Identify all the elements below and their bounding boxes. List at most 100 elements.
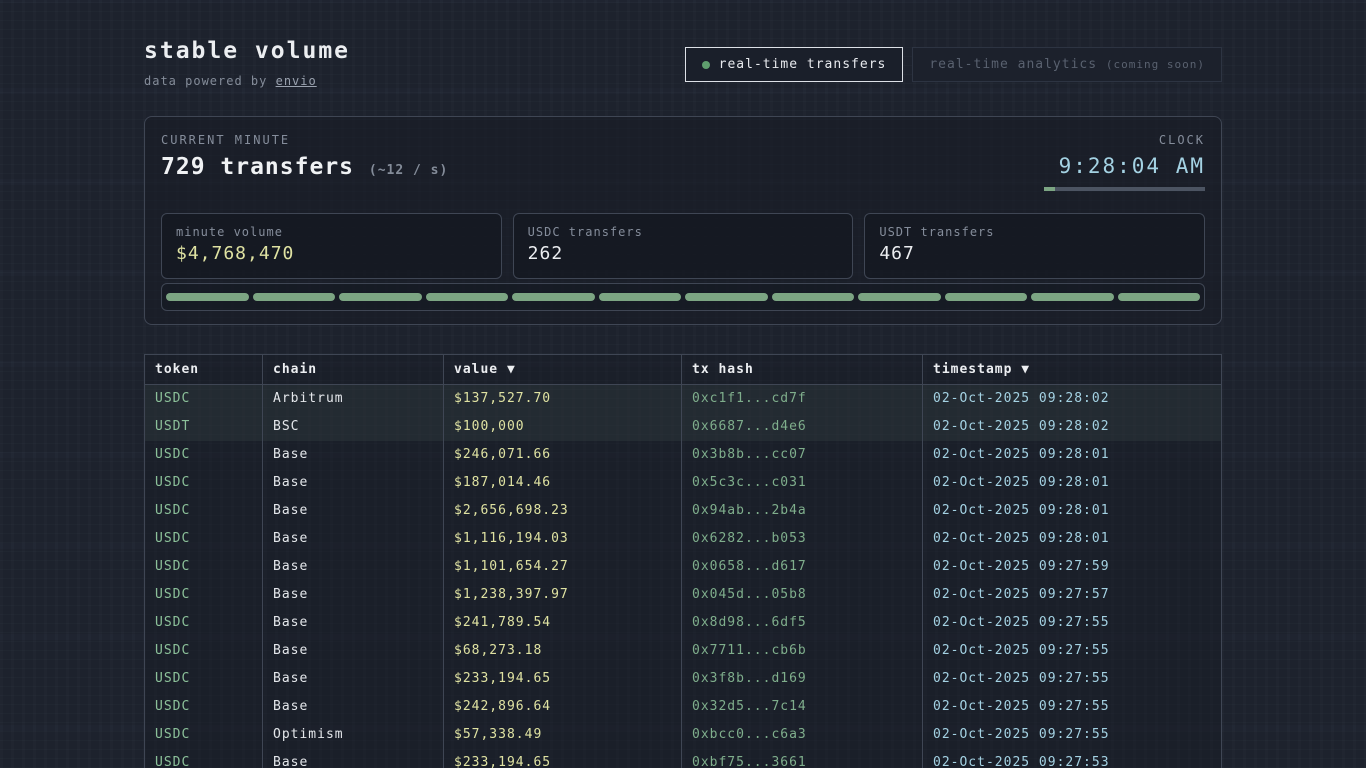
column-header-tx-hash[interactable]: tx hash: [682, 355, 923, 385]
tab-label: real-time analytics: [929, 57, 1097, 72]
table-row: USDCBase$187,014.460x5c3c...c03102-Oct-2…: [145, 469, 1222, 497]
minute-progress-fill: [1044, 187, 1055, 191]
chain: Base: [263, 665, 444, 693]
tx-hash-link[interactable]: 0xbf75...3661: [682, 749, 923, 768]
tx-hash-link[interactable]: 0x6282...b053: [682, 525, 923, 553]
page-container: stable volume data powered by envio real…: [144, 0, 1222, 768]
value: $2,656,698.23: [444, 497, 682, 525]
chain: Base: [263, 441, 444, 469]
volume-segment: [858, 293, 941, 301]
stat-value: $4,768,470: [176, 243, 487, 264]
volume-segment: [1118, 293, 1201, 301]
table-row: USDCBase$233,194.650x3f8b...d16902-Oct-2…: [145, 665, 1222, 693]
value: $233,194.65: [444, 749, 682, 768]
usdc-transfers-card: USDC transfers 262: [513, 213, 854, 279]
timestamp: 02-Oct-2025 09:27:55: [923, 693, 1222, 721]
timestamp: 02-Oct-2025 09:27:55: [923, 637, 1222, 665]
value: $241,789.54: [444, 609, 682, 637]
value: $1,101,654.27: [444, 553, 682, 581]
token: USDC: [145, 469, 263, 497]
current-minute-card: CURRENT MINUTE 729 transfers (~12 / s) C…: [144, 116, 1222, 325]
value: $137,527.70: [444, 385, 682, 413]
transfers-block: CURRENT MINUTE 729 transfers (~12 / s): [161, 133, 448, 180]
token: USDC: [145, 553, 263, 581]
timestamp: 02-Oct-2025 09:28:02: [923, 413, 1222, 441]
timestamp: 02-Oct-2025 09:27:59: [923, 553, 1222, 581]
tx-hash-link[interactable]: 0x5c3c...c031: [682, 469, 923, 497]
timestamp: 02-Oct-2025 09:28:01: [923, 469, 1222, 497]
clock-time: 9:28:04 AM: [1044, 154, 1205, 178]
live-status-dot-icon: [702, 61, 710, 69]
usdt-transfers-card: USDT transfers 467: [864, 213, 1205, 279]
page-title: stable volume: [144, 38, 350, 64]
envio-link[interactable]: envio: [276, 74, 317, 88]
clock-label: CLOCK: [1044, 133, 1205, 147]
clock-block: CLOCK 9:28:04 AM: [1044, 133, 1205, 191]
token: USDC: [145, 749, 263, 768]
tx-hash-link[interactable]: 0x045d...05b8: [682, 581, 923, 609]
token: USDC: [145, 609, 263, 637]
tx-hash-link[interactable]: 0xc1f1...cd7f: [682, 385, 923, 413]
transfers-count-value: 729 transfers: [161, 154, 354, 180]
token: USDC: [145, 525, 263, 553]
table-row: USDTBSC$100,0000x6687...d4e602-Oct-2025 …: [145, 413, 1222, 441]
page-header: stable volume data powered by envio real…: [144, 0, 1222, 88]
chain: Optimism: [263, 721, 444, 749]
column-header-chain[interactable]: chain: [263, 355, 444, 385]
volume-segment: [512, 293, 595, 301]
timestamp: 02-Oct-2025 09:27:55: [923, 609, 1222, 637]
timestamp: 02-Oct-2025 09:27:57: [923, 581, 1222, 609]
token: USDC: [145, 497, 263, 525]
chain: Base: [263, 637, 444, 665]
timestamp: 02-Oct-2025 09:28:02: [923, 385, 1222, 413]
tx-hash-link[interactable]: 0x7711...cb6b: [682, 637, 923, 665]
subtitle: data powered by envio: [144, 74, 350, 88]
value: $233,194.65: [444, 665, 682, 693]
token: USDT: [145, 413, 263, 441]
timestamp: 02-Oct-2025 09:28:01: [923, 525, 1222, 553]
stat-label: USDC transfers: [528, 225, 839, 239]
volume-segment: [166, 293, 249, 301]
stat-value: 262: [528, 243, 839, 264]
timestamp: 02-Oct-2025 09:28:01: [923, 497, 1222, 525]
minute-progress-bar: [1044, 187, 1205, 191]
tx-hash-link[interactable]: 0x3f8b...d169: [682, 665, 923, 693]
volume-segment: [339, 293, 422, 301]
stat-label: minute volume: [176, 225, 487, 239]
chain: Base: [263, 525, 444, 553]
title-block: stable volume data powered by envio: [144, 38, 350, 88]
token: USDC: [145, 637, 263, 665]
value: $187,014.46: [444, 469, 682, 497]
value: $242,896.64: [444, 693, 682, 721]
value: $68,273.18: [444, 637, 682, 665]
tx-hash-link[interactable]: 0x6687...d4e6: [682, 413, 923, 441]
tab-realtime-analytics[interactable]: real-time analytics (coming soon): [912, 47, 1222, 82]
tx-hash-link[interactable]: 0x8d98...6df5: [682, 609, 923, 637]
chain: BSC: [263, 413, 444, 441]
column-header-value[interactable]: value ▼: [444, 355, 682, 385]
tx-hash-link[interactable]: 0x0658...d617: [682, 553, 923, 581]
subtitle-text: data powered by: [144, 74, 276, 88]
token: USDC: [145, 693, 263, 721]
column-header-token[interactable]: token: [145, 355, 263, 385]
column-header-timestamp[interactable]: timestamp ▼: [923, 355, 1222, 385]
stat-value: 467: [879, 243, 1190, 264]
transfers-table-wrap: tokenchainvalue ▼tx hashtimestamp ▼ USDC…: [144, 354, 1222, 768]
volume-segment: [599, 293, 682, 301]
value: $1,116,194.03: [444, 525, 682, 553]
chain: Base: [263, 581, 444, 609]
table-row: USDCArbitrum$137,527.700xc1f1...cd7f02-O…: [145, 385, 1222, 413]
tx-hash-link[interactable]: 0x3b8b...cc07: [682, 441, 923, 469]
volume-segment-bar: [161, 283, 1205, 311]
tx-hash-link[interactable]: 0x32d5...7c14: [682, 693, 923, 721]
token: USDC: [145, 721, 263, 749]
tx-hash-link[interactable]: 0x94ab...2b4a: [682, 497, 923, 525]
coming-soon-badge: (coming soon): [1106, 58, 1205, 71]
table-row: USDCBase$241,789.540x8d98...6df502-Oct-2…: [145, 609, 1222, 637]
chain: Base: [263, 497, 444, 525]
tx-hash-link[interactable]: 0xbcc0...c6a3: [682, 721, 923, 749]
stat-sub-cards: minute volume $4,768,470 USDC transfers …: [161, 213, 1205, 279]
tab-realtime-transfers[interactable]: real-time transfers: [685, 47, 904, 82]
tab-label: real-time transfers: [719, 57, 887, 72]
table-row: USDCBase$246,071.660x3b8b...cc0702-Oct-2…: [145, 441, 1222, 469]
